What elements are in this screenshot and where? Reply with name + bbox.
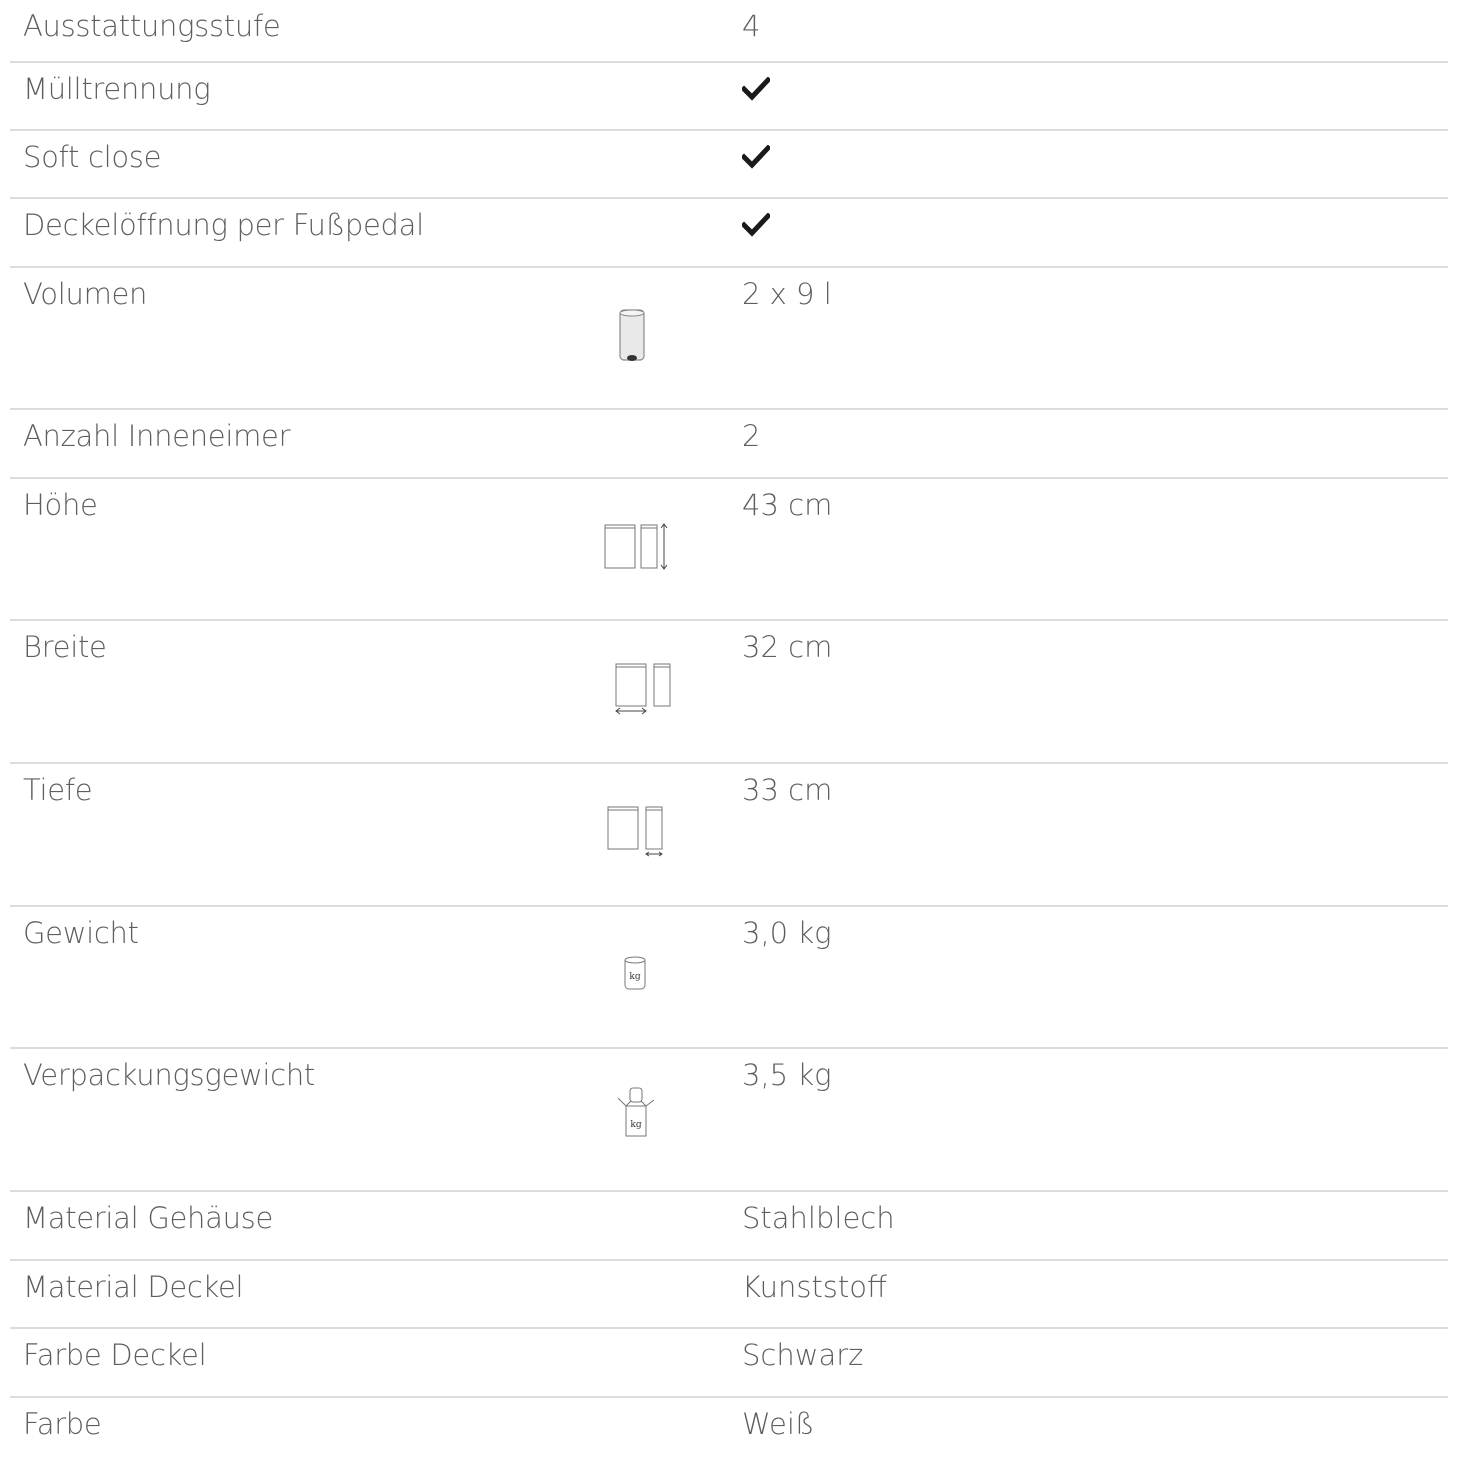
spec-value: 4 [742,9,761,43]
spec-row-muelltrennung: Mülltrennung [10,63,1448,131]
spec-row-farbe-deckel: Farbe Deckel Schwarz [10,1329,1448,1398]
spec-label: Mülltrennung [23,72,211,106]
spec-row-farbe: Farbe Weiß [10,1398,1448,1458]
spec-row-gewicht: Gewicht kg 3,0 kg [10,907,1448,1049]
spec-row-verpackungsgewicht: Verpackungsgewicht kg 3,5 kg [10,1049,1448,1192]
spec-value: Schwarz [742,1338,864,1372]
spec-value: 3,5 kg [742,1058,832,1092]
spec-row-volumen: Volumen 2 x 9 l [10,268,1448,410]
spec-value: 3,0 kg [742,916,832,950]
package-weight-icon-text: kg [630,1120,641,1130]
weight-icon-text: kg [629,972,640,982]
spec-label: Tiefe [23,773,93,807]
spec-label: Soft close [23,140,162,174]
spec-row-soft-close: Soft close [10,131,1448,199]
spec-row-anzahl-inneneimer: Anzahl Inneneimer 2 [10,410,1448,479]
package-weight-icon: kg [612,1084,658,1140]
spec-value: Kunststoff [742,1270,888,1304]
spec-label: Ausstattungsstufe [23,9,281,43]
spec-value: 2 [742,419,761,453]
spec-label: Farbe Deckel [23,1338,207,1372]
spec-row-hoehe: Höhe 43 cm [10,479,1448,621]
depth-dimension-icon [606,804,676,858]
height-dimension-icon [603,522,673,570]
spec-row-material-gehaeuse: Material Gehäuse Stahlblech [10,1192,1448,1261]
spec-label: Material Deckel [23,1270,244,1304]
spec-label: Farbe [23,1407,102,1441]
spec-row-fusspedal: Deckelöffnung per Fußpedal [10,199,1448,268]
spec-label: Höhe [23,488,98,522]
spec-label: Gewicht [23,916,139,950]
spec-row-ausstattungsstufe: Ausstattungsstufe 4 [10,0,1448,63]
width-dimension-icon [606,661,676,715]
spec-row-tiefe: Tiefe 33 cm [10,764,1448,907]
spec-label: Material Gehäuse [23,1201,274,1235]
spec-label: Verpackungsgewicht [23,1058,315,1092]
spec-table: Ausstattungsstufe 4 Mülltrennung Soft cl… [10,0,1448,1458]
spec-row-material-deckel: Material Deckel Kunststoff [10,1261,1448,1329]
spec-value: 43 cm [742,488,833,522]
bin-volume-icon [617,308,647,364]
checkmark-icon [740,76,772,107]
spec-label: Breite [23,630,107,664]
spec-value: 33 cm [742,773,833,807]
spec-label: Volumen [23,277,148,311]
spec-label: Deckelöffnung per Fußpedal [23,208,424,242]
spec-value: Stahlblech [742,1201,895,1235]
spec-row-breite: Breite 32 cm [10,621,1448,764]
weight-icon: kg [623,955,647,991]
spec-value: 2 x 9 l [742,277,832,311]
checkmark-icon [740,212,772,243]
spec-value: Weiß [742,1407,815,1441]
checkmark-icon [740,144,772,175]
spec-value: 32 cm [742,630,833,664]
spec-label: Anzahl Inneneimer [23,419,291,453]
